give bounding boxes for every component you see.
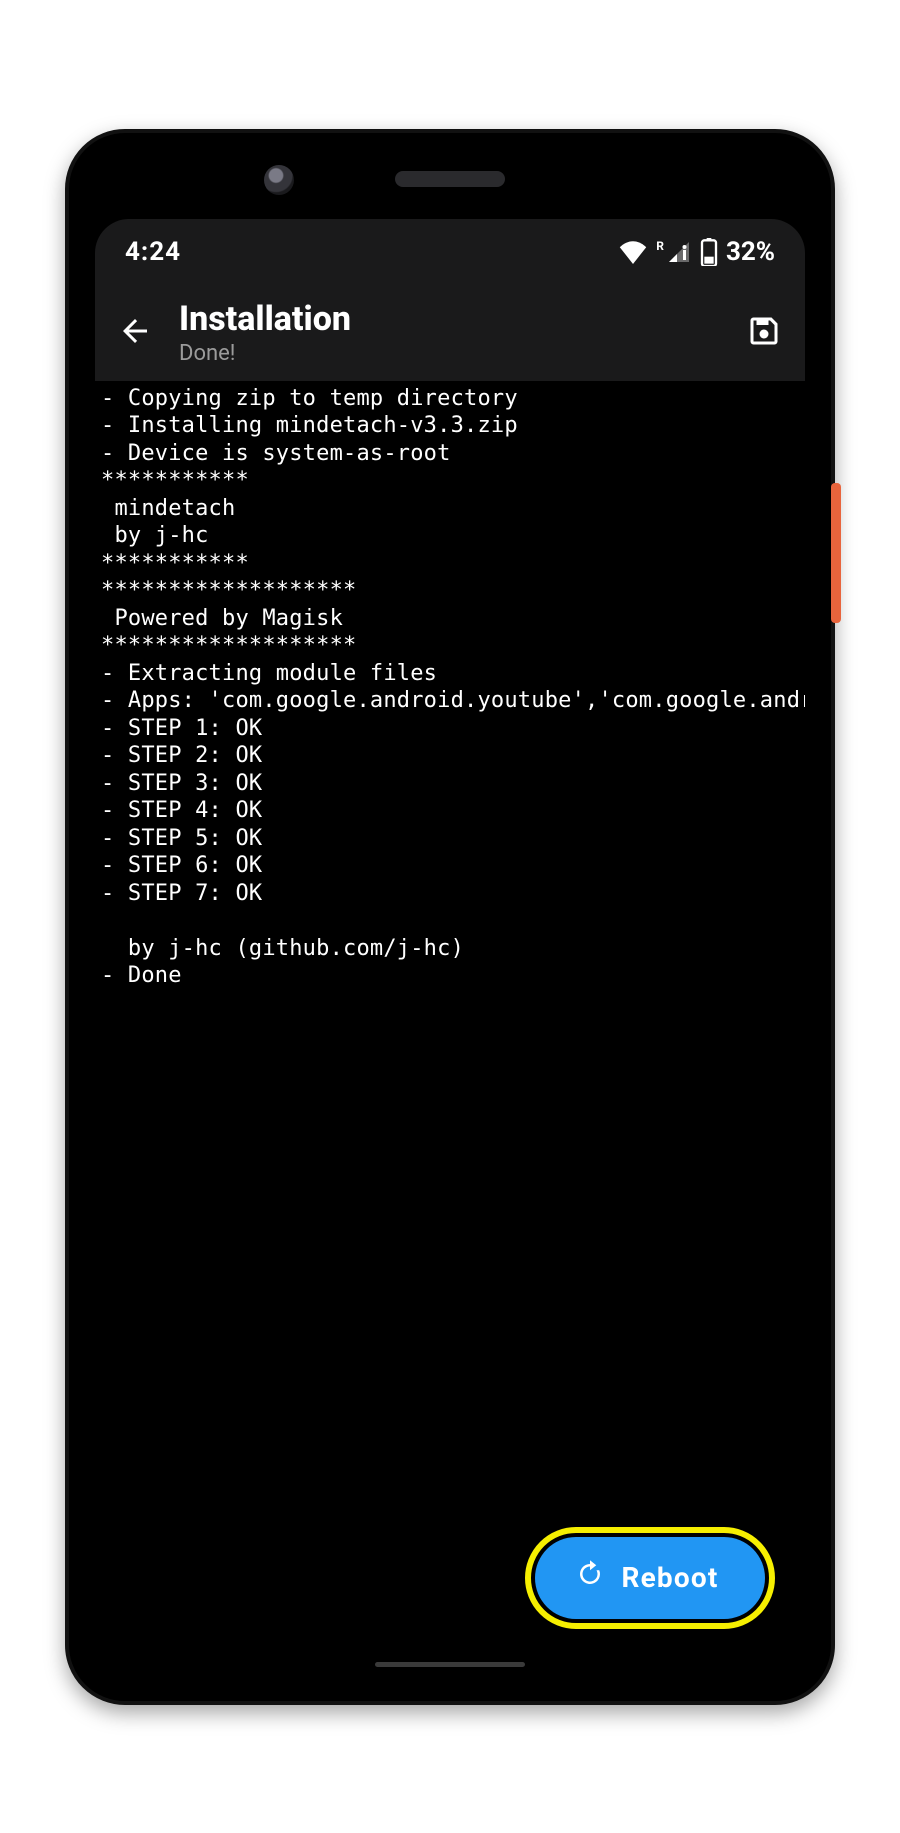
battery-percent: 32%: [726, 237, 775, 267]
status-indicators: R: [618, 237, 775, 267]
save-icon: [746, 313, 782, 353]
reboot-highlight: Reboot: [525, 1527, 775, 1629]
arrow-left-icon: [117, 313, 153, 353]
front-camera: [264, 165, 294, 195]
page-title: Installation: [179, 299, 719, 339]
wifi-icon: [618, 240, 648, 264]
battery-icon: [700, 238, 718, 266]
status-bar: 4:24 R: [95, 219, 805, 285]
install-log[interactable]: - Copying zip to temp directory - Instal…: [95, 381, 805, 1675]
restart-icon: [575, 1559, 605, 1596]
app-bar: Installation Done!: [95, 285, 805, 381]
roaming-label: R: [656, 240, 664, 252]
reboot-button[interactable]: Reboot: [535, 1537, 765, 1619]
screen: 4:24 R: [95, 219, 805, 1675]
speaker-grille: [395, 171, 505, 187]
home-indicator[interactable]: [375, 1662, 525, 1667]
reboot-label: Reboot: [621, 1561, 718, 1594]
page-subtitle: Done!: [179, 341, 719, 366]
phone-frame: 4:24 R: [65, 129, 835, 1705]
status-time: 4:24: [125, 237, 181, 267]
save-log-button[interactable]: [741, 310, 787, 356]
cellular-icon: [666, 240, 692, 264]
back-button[interactable]: [113, 311, 157, 355]
